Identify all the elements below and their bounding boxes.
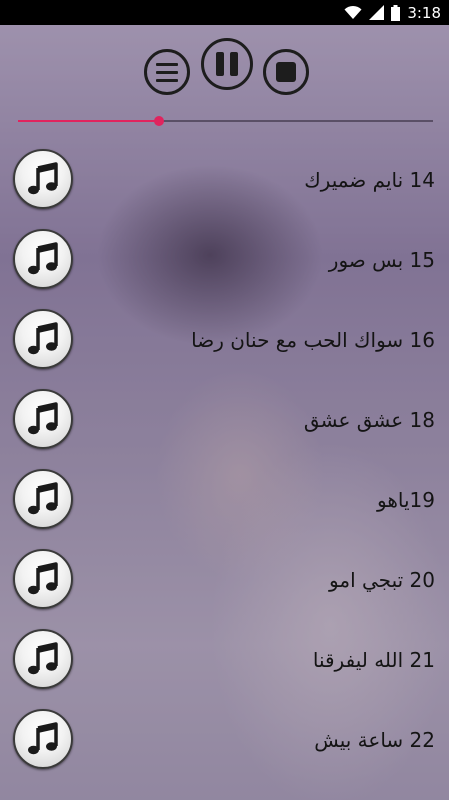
track-title: 15 بس صور (328, 248, 435, 272)
music-note-icon[interactable] (13, 389, 73, 449)
track-title: 16 سواك الحب مع حنان رضا (191, 328, 435, 352)
music-note-icon[interactable] (13, 629, 73, 689)
music-note-icon[interactable] (13, 149, 73, 209)
track-title: 18 عشق عشق (303, 408, 435, 432)
track-row[interactable]: 18 عشق عشق (0, 380, 449, 460)
track-row[interactable]: 14 نايم ضميرك (0, 140, 449, 220)
status-bar: 3:18 (0, 0, 449, 25)
track-row[interactable]: 22 ساعة بيش (0, 700, 449, 780)
menu-button[interactable] (144, 49, 190, 95)
track-row[interactable]: 16 سواك الحب مع حنان رضا (0, 300, 449, 380)
seek-progress (18, 120, 160, 122)
signal-icon (369, 5, 385, 20)
menu-icon (156, 62, 178, 82)
status-time: 3:18 (407, 3, 441, 22)
pause-icon (216, 52, 224, 76)
track-row[interactable]: 19ياهو (0, 460, 449, 540)
player-controls (0, 25, 449, 130)
music-note-icon[interactable] (13, 709, 73, 769)
music-note-icon[interactable] (13, 549, 73, 609)
music-note-icon[interactable] (13, 469, 73, 529)
battery-icon (391, 4, 401, 21)
stop-icon (276, 62, 296, 82)
track-title: 21 الله ليفرقنا (312, 648, 435, 672)
seek-thumb[interactable] (154, 116, 165, 126)
track-title: 14 نايم ضميرك (304, 168, 435, 192)
track-row[interactable]: 20 تبجي امو (0, 540, 449, 620)
track-title: 20 تبجي امو (329, 568, 435, 592)
track-row[interactable]: 21 الله ليفرقنا (0, 620, 449, 700)
wifi-icon (344, 5, 362, 19)
pause-button[interactable] (201, 38, 253, 90)
app-screen: 14 نايم ضميرك 15 بس صور 16 سواك الحب مع حن… (0, 25, 449, 800)
music-note-icon[interactable] (13, 309, 73, 369)
stop-button[interactable] (263, 49, 309, 95)
track-list: 14 نايم ضميرك 15 بس صور 16 سواك الحب مع حن… (0, 140, 449, 780)
seek-bar[interactable] (18, 116, 433, 126)
track-title: 22 ساعة بيش (314, 728, 435, 752)
track-title: 19ياهو (377, 488, 435, 512)
track-row[interactable]: 15 بس صور (0, 220, 449, 300)
music-note-icon[interactable] (13, 229, 73, 289)
